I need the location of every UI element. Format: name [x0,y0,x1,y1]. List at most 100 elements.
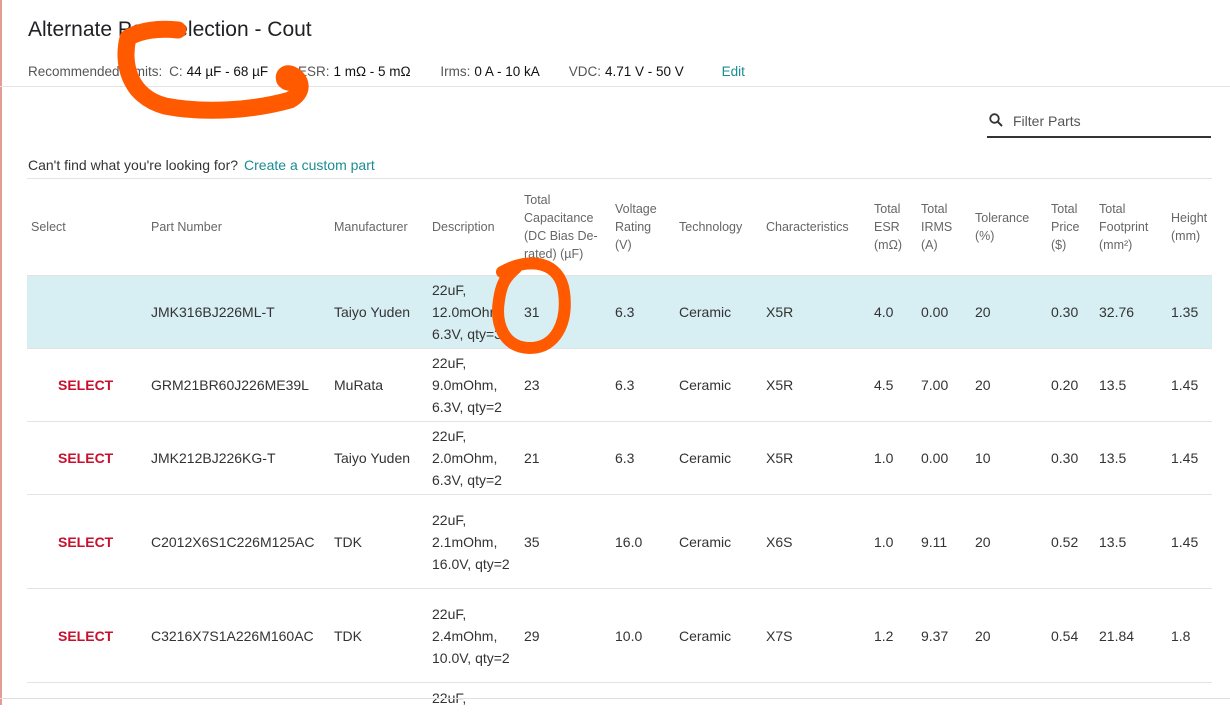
page-title: Alternate Part Selection - Cout [28,18,312,41]
cell-price: 0.30 [1047,275,1095,349]
table-row-selected[interactable]: JMK316BJ226ML-T Taiyo Yuden 22uF, 12.0mO… [27,275,1212,349]
col-voltage: Voltage Rating (V) [611,178,675,276]
cell-characteristics: X5R [762,275,870,349]
cell-manufacturer: MuRata [330,348,428,422]
cell-irms: 0.00 [917,275,971,349]
custom-part-prompt: Can't find what you're looking for? Creat… [28,157,375,173]
header-row: Select Part Number Manufacturer Descript… [27,178,1212,276]
cell-esr: 4.5 [870,348,917,422]
select-cell: SELECT [27,588,147,683]
cell-technology: Ceramic [675,348,762,422]
cell-description: 22uF, 2.4mOhm, 10.0V, qty=2 [428,588,520,683]
cell-voltage: 6.3 [611,275,675,349]
cell-esr: 1.0 [870,421,917,495]
cell-esr: 1.0 [870,494,917,589]
cell-technology: Ceramic [675,494,762,589]
irms-label: Irms: [440,64,471,79]
cell-voltage: 16.0 [611,494,675,589]
cell-irms: 7.00 [917,348,971,422]
parts-table: Select Part Number Manufacturer Descript… [27,178,1212,713]
cell-tolerance: 20 [971,275,1047,349]
cell-technology: Ceramic [675,421,762,495]
cell-capacitance: 21 [520,421,611,495]
col-capacitance: Total Capacitance (DC Bias De-rated) (µF… [520,178,611,276]
table-row: SELECT C3216X7S1A226M160AC TDK 22uF, 2.4… [27,588,1212,683]
esr-limit: ESR: 1 mΩ - 5 mΩ [298,64,414,79]
table-row: SELECT GRM21BR60J226ME39L MuRata 22uF, 9… [27,348,1212,422]
cell-capacitance: 23 [520,348,611,422]
cell-height: 1.45 [1167,421,1212,495]
esr-value: 1 mΩ - 5 mΩ [333,64,411,79]
search-icon [989,113,1003,127]
table-header: Select Part Number Manufacturer Descript… [27,178,1212,276]
recommended-limits: Recommended Limits: C: 44 µF - 68 µF ESR:… [28,64,745,79]
custom-part-text: Can't find what you're looking for? [28,157,239,173]
col-tolerance: Tolerance (%) [971,178,1047,276]
cell-part-number: C3216X7S1A226M160AC [147,588,330,683]
cell-characteristics: X5R [762,348,870,422]
cell-characteristics: X5R [762,421,870,495]
c-label: C: [169,64,183,79]
cell-description: 22uF, 12.0mOhm, 6.3V, qty=3 [428,275,520,349]
cell-description: 22uF, 2.0mOhm, 6.3V, qty=2 [428,421,520,495]
limits-label-group: Recommended Limits: C: 44 µF - 68 µF [28,64,272,79]
cell-part-number: JMK212BJ226KG-T [147,421,330,495]
cell-manufacturer: Taiyo Yuden [330,275,428,349]
cell-irms: 9.11 [917,494,971,589]
cell-height: 1.45 [1167,494,1212,589]
cell-manufacturer: TDK [330,494,428,589]
cell-characteristics: X7S [762,588,870,683]
cell-technology: Ceramic [675,588,762,683]
cell-footprint: 13.5 [1095,494,1167,589]
cell-tolerance: 20 [971,348,1047,422]
create-custom-part-link[interactable]: Create a custom part [244,157,375,173]
col-description: Description [428,178,520,276]
edit-limits-link[interactable]: Edit [722,64,745,79]
cell-technology: Ceramic [675,275,762,349]
cell-price: 0.52 [1047,494,1095,589]
vdc-value: 4.71 V - 50 V [605,64,684,79]
col-characteristics: Characteristics [762,178,870,276]
bottom-divider [0,698,1230,699]
irms-value: 0 A - 10 kA [474,64,539,79]
cell-tolerance: 10 [971,421,1047,495]
cell-height: 1.35 [1167,275,1212,349]
col-technology: Technology [675,178,762,276]
table-row: SELECT JMK212BJ226KG-T Taiyo Yuden 22uF,… [27,421,1212,495]
filter-parts-input[interactable] [1011,112,1211,130]
header-divider [0,86,1230,87]
cell-footprint: 32.76 [1095,275,1167,349]
cell-part-number: JMK316BJ226ML-T [147,275,330,349]
irms-limit: Irms: 0 A - 10 kA [440,64,542,79]
cell-voltage: 6.3 [611,348,675,422]
col-footprint: Total Footprint (mm²) [1095,178,1167,276]
cell-characteristics: X6S [762,494,870,589]
cell-footprint: 21.84 [1095,588,1167,683]
select-button[interactable]: SELECT [31,534,113,550]
cell-tolerance: 20 [971,588,1047,683]
vdc-label: VDC: [568,64,601,79]
col-select: Select [27,178,147,276]
col-esr: Total ESR (mΩ) [870,178,917,276]
cell-footprint: 13.5 [1095,348,1167,422]
cell-description: 22uF, 2.1mOhm, 16.0V, qty=2 [428,494,520,589]
cell-price: 0.30 [1047,421,1095,495]
select-button[interactable]: SELECT [31,628,113,644]
filter-parts-field[interactable] [987,110,1211,138]
cell-voltage: 10.0 [611,588,675,683]
cell-height: 1.45 [1167,348,1212,422]
col-height: Height (mm) [1167,178,1212,276]
cell-part-number: C2012X6S1C226M125AC [147,494,330,589]
vdc-limit: VDC: 4.71 V - 50 V [569,64,688,79]
cell-capacitance: 35 [520,494,611,589]
select-button[interactable]: SELECT [31,377,113,393]
select-cell [27,275,147,349]
cell-voltage: 6.3 [611,421,675,495]
c-value: 44 µF - 68 µF [186,64,269,79]
limits-label: Recommended Limits: [28,64,163,79]
cell-irms: 9.37 [917,588,971,683]
cell-tolerance: 20 [971,494,1047,589]
table-row: SELECT C2012X6S1C226M125AC TDK 22uF, 2.1… [27,494,1212,589]
select-button[interactable]: SELECT [31,450,113,466]
cell-manufacturer: Taiyo Yuden [330,421,428,495]
